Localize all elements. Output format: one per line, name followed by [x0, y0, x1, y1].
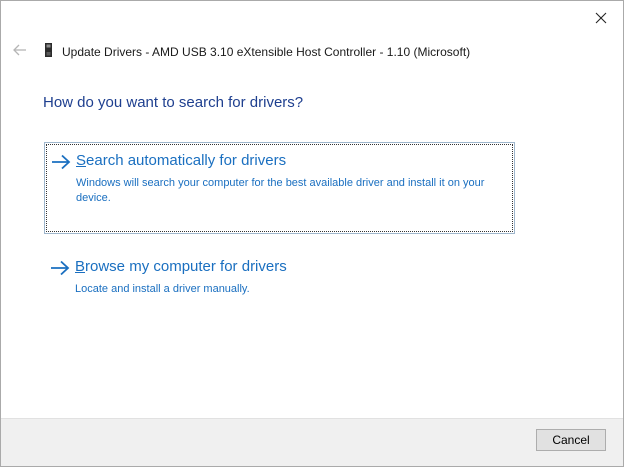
update-drivers-window: Update Drivers - AMD USB 3.10 eXtensible…: [0, 0, 624, 467]
browse-computer-option[interactable]: Browse my computer for drivers Locate an…: [44, 249, 515, 301]
browse-computer-title: Browse my computer for drivers: [75, 258, 287, 275]
browse-computer-description: Locate and install a driver manually.: [75, 283, 250, 295]
wizard-header: Update Drivers - AMD USB 3.10 eXtensible…: [1, 35, 623, 65]
search-automatically-title: Search automatically for drivers: [76, 152, 286, 169]
search-automatically-description: Windows will search your computer for th…: [76, 177, 485, 204]
page-heading: How do you want to search for drivers?: [43, 94, 304, 111]
cancel-button[interactable]: Cancel: [536, 429, 606, 451]
back-arrow-icon: [13, 44, 26, 56]
window-title: Update Drivers - AMD USB 3.10 eXtensible…: [62, 45, 471, 59]
right-arrow-icon: [51, 260, 70, 276]
search-automatically-option[interactable]: Search automatically for drivers Windows…: [44, 142, 515, 234]
right-arrow-icon: [52, 154, 71, 170]
option-title-text: rowse my computer for drivers: [85, 258, 287, 275]
access-key-letter: B: [75, 258, 86, 275]
usb-device-icon: [45, 43, 52, 57]
close-icon: [595, 12, 607, 24]
footer-bar: Cancel: [1, 418, 623, 466]
back-button[interactable]: [11, 41, 29, 59]
option-title-text: earch automatically for drivers: [86, 152, 287, 169]
close-button[interactable]: [579, 1, 623, 35]
access-key-letter: S: [76, 152, 87, 169]
